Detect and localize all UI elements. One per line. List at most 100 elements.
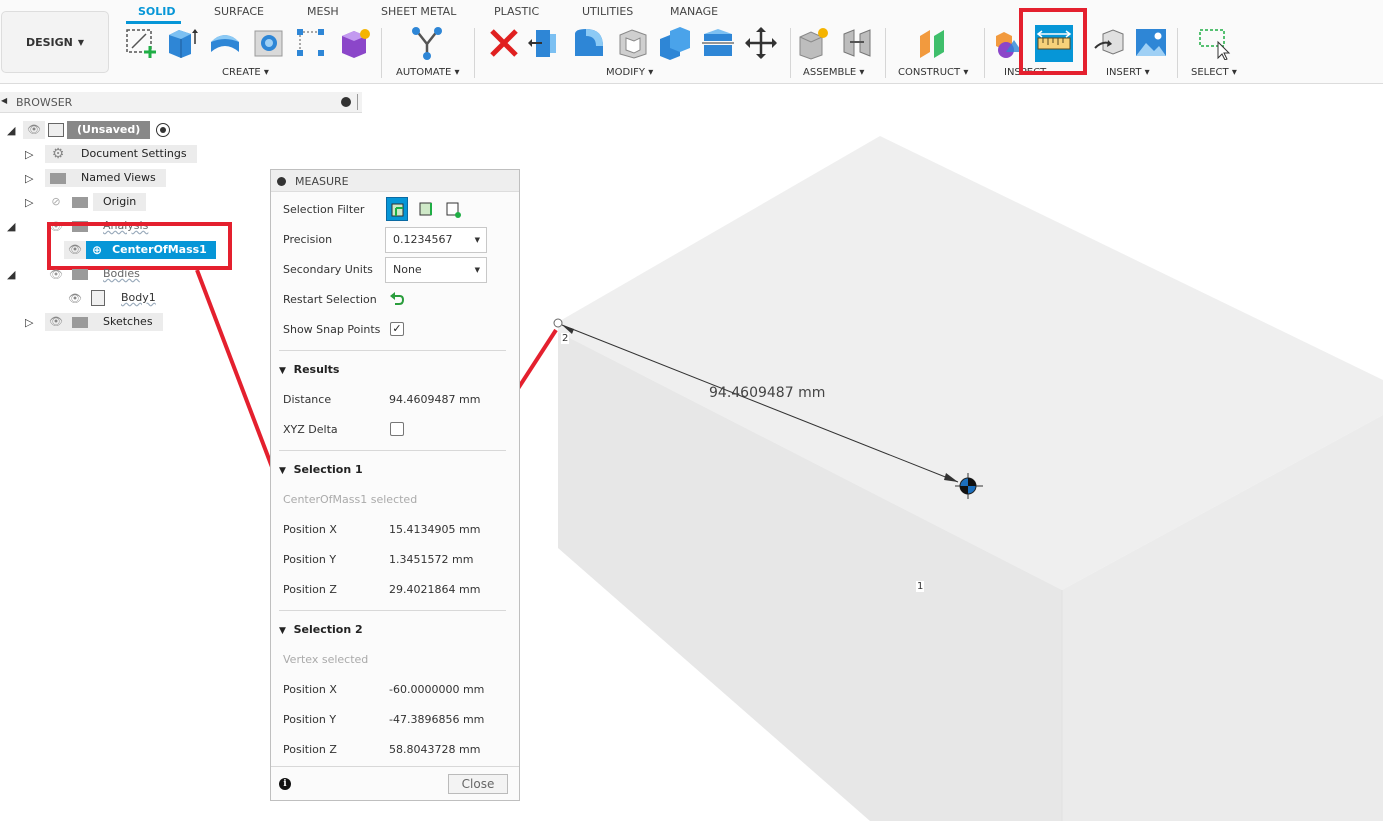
close-button[interactable]: Close	[448, 774, 508, 794]
distance-value: 94.4609487 mm	[389, 393, 481, 406]
selection2-position-y-value: -47.3896856 mm	[389, 713, 485, 726]
selection1-position-z-label: Position Z	[283, 583, 337, 596]
section-collapse-icon: ▼	[279, 626, 286, 636]
show-snap-points-checkbox[interactable]: ✓	[390, 322, 404, 336]
extrude-icon[interactable]	[164, 26, 198, 60]
results-section-header[interactable]: ▼ Results	[279, 363, 339, 376]
distance-annotation: 94.4609487 mm	[709, 385, 826, 401]
precision-dropdown[interactable]: 0.1234567 ▼	[385, 227, 487, 253]
tab-mesh[interactable]: MESH	[307, 5, 339, 18]
selection2-position-x-value: -60.0000000 mm	[389, 683, 485, 696]
viewport-canvas[interactable]	[0, 84, 1383, 821]
show-snap-points-label: Show Snap Points	[283, 323, 381, 336]
selection1-position-z-value: 29.4021864 mm	[389, 583, 481, 596]
selection1-position-x-value: 15.4134905 mm	[389, 523, 481, 536]
measure-title: MEASURE	[295, 175, 349, 188]
tab-surface[interactable]: SURFACE	[214, 5, 264, 18]
measure-panel-header: MEASURE	[271, 170, 519, 192]
insert-canvas-icon[interactable]	[1134, 26, 1168, 60]
toolbar-divider	[1177, 28, 1178, 78]
tab-sheet-metal[interactable]: SHEET METAL	[381, 5, 456, 18]
create-menu[interactable]: CREATE ▾	[222, 67, 269, 78]
derive-icon[interactable]	[338, 26, 372, 60]
filter-body-button[interactable]	[386, 197, 408, 221]
toolbar: DESIGN ▼ SOLID SURFACE MESH SHEET METAL …	[0, 0, 1383, 84]
automate-icon[interactable]	[410, 26, 444, 60]
section-divider	[279, 610, 506, 611]
body-filter-icon	[391, 203, 404, 217]
restart-selection-label: Restart Selection	[283, 293, 377, 306]
press-pull-icon[interactable]	[528, 26, 562, 60]
combine-icon[interactable]	[658, 26, 692, 60]
insert-derive-icon[interactable]	[1093, 26, 1127, 60]
chevron-down-icon: ▼	[77, 37, 85, 47]
restart-selection-icon[interactable]	[389, 291, 405, 307]
delete-icon[interactable]	[487, 26, 521, 60]
move-copy-icon[interactable]	[744, 26, 778, 60]
section-collapse-icon: ▼	[279, 366, 286, 376]
select-window-icon[interactable]	[1198, 26, 1232, 60]
create-label: CREATE	[222, 67, 261, 78]
assemble-label: ASSEMBLE	[803, 67, 857, 78]
fillet-icon[interactable]	[572, 26, 606, 60]
toolbar-divider	[790, 28, 791, 78]
offset-plane-icon[interactable]	[916, 26, 950, 60]
xyz-delta-label: XYZ Delta	[283, 423, 338, 436]
point-1-label: 1	[916, 581, 925, 592]
construct-label: CONSTRUCT	[898, 67, 961, 78]
dropdown-caret-icon: ▼	[474, 236, 480, 244]
insert-menu[interactable]: INSERT ▾	[1106, 67, 1150, 78]
toolbar-divider	[381, 28, 382, 78]
selection2-header-label: Selection 2	[293, 623, 363, 636]
xyz-delta-checkbox[interactable]	[390, 422, 404, 436]
selection2-section-header[interactable]: ▼ Selection 2	[279, 623, 363, 636]
insert-label: INSERT	[1106, 67, 1142, 78]
modify-menu[interactable]: MODIFY ▾	[606, 67, 653, 78]
automate-menu[interactable]: AUTOMATE ▾	[396, 67, 459, 78]
create-sketch-icon[interactable]	[124, 26, 158, 60]
precision-label: Precision	[283, 233, 333, 246]
selection2-position-z-label: Position Z	[283, 743, 337, 756]
revolve-icon[interactable]	[208, 26, 242, 60]
automate-label: AUTOMATE	[396, 67, 452, 78]
face-filter-icon[interactable]	[416, 198, 438, 220]
tab-manage[interactable]: MANAGE	[670, 5, 718, 18]
construct-menu[interactable]: CONSTRUCT ▾	[898, 67, 968, 78]
panel-footer-divider	[271, 766, 519, 767]
tab-utilities[interactable]: UTILITIES	[582, 5, 633, 18]
measure-highlight-box	[1019, 8, 1087, 75]
selection1-subtitle: CenterOfMass1 selected	[283, 493, 418, 506]
assemble-menu[interactable]: ASSEMBLE ▾	[803, 67, 864, 78]
select-label: SELECT	[1191, 67, 1229, 78]
design-workspace-button[interactable]: DESIGN ▼	[1, 11, 109, 73]
selection2-subtitle: Vertex selected	[283, 653, 369, 666]
tab-solid[interactable]: SOLID	[138, 5, 176, 18]
toolbar-divider	[474, 28, 475, 78]
secondary-units-dropdown[interactable]: None ▼	[385, 257, 487, 283]
split-body-icon[interactable]	[701, 26, 735, 60]
tab-plastic[interactable]: PLASTIC	[494, 5, 539, 18]
selection1-header-label: Selection 1	[293, 463, 363, 476]
info-icon[interactable]: i	[279, 778, 291, 790]
new-component-icon[interactable]	[797, 26, 831, 60]
selection-filter-label: Selection Filter	[283, 203, 365, 216]
distance-label: Distance	[283, 393, 332, 406]
active-tab-indicator	[126, 21, 181, 24]
hole-icon[interactable]	[252, 26, 286, 60]
section-divider	[279, 350, 506, 351]
edge-filter-icon[interactable]	[443, 198, 465, 220]
selection1-position-y-label: Position Y	[283, 553, 337, 566]
panel-collapse-icon[interactable]	[277, 177, 286, 186]
design-label: DESIGN	[25, 35, 73, 49]
secondary-units-label: Secondary Units	[283, 263, 373, 276]
measure-panel: MEASURE Selection Filter Precision 0.123…	[270, 169, 520, 801]
pattern-icon[interactable]	[294, 26, 328, 60]
vertex-point-marker[interactable]	[553, 318, 563, 328]
annotation-line-selection1	[195, 269, 274, 468]
section-divider	[279, 450, 506, 451]
dropdown-caret-icon: ▼	[474, 266, 480, 274]
select-menu[interactable]: SELECT ▾	[1191, 67, 1237, 78]
joint-icon[interactable]	[840, 26, 874, 60]
shell-icon[interactable]	[616, 26, 650, 60]
selection1-section-header[interactable]: ▼ Selection 1	[279, 463, 363, 476]
